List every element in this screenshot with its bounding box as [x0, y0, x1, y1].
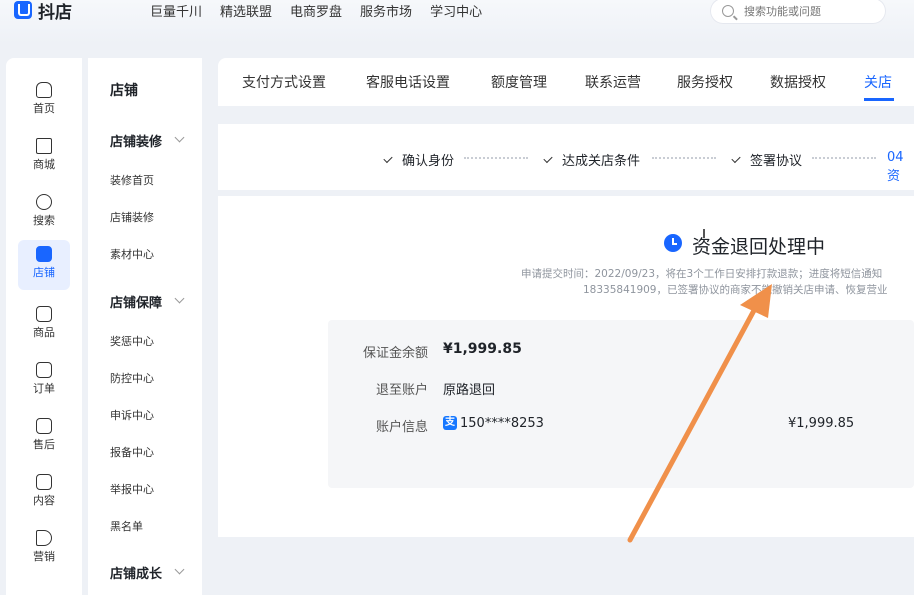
- arrow-head: [740, 284, 772, 318]
- annotation-arrow: [627, 284, 772, 543]
- arrow-shaft: [627, 300, 761, 543]
